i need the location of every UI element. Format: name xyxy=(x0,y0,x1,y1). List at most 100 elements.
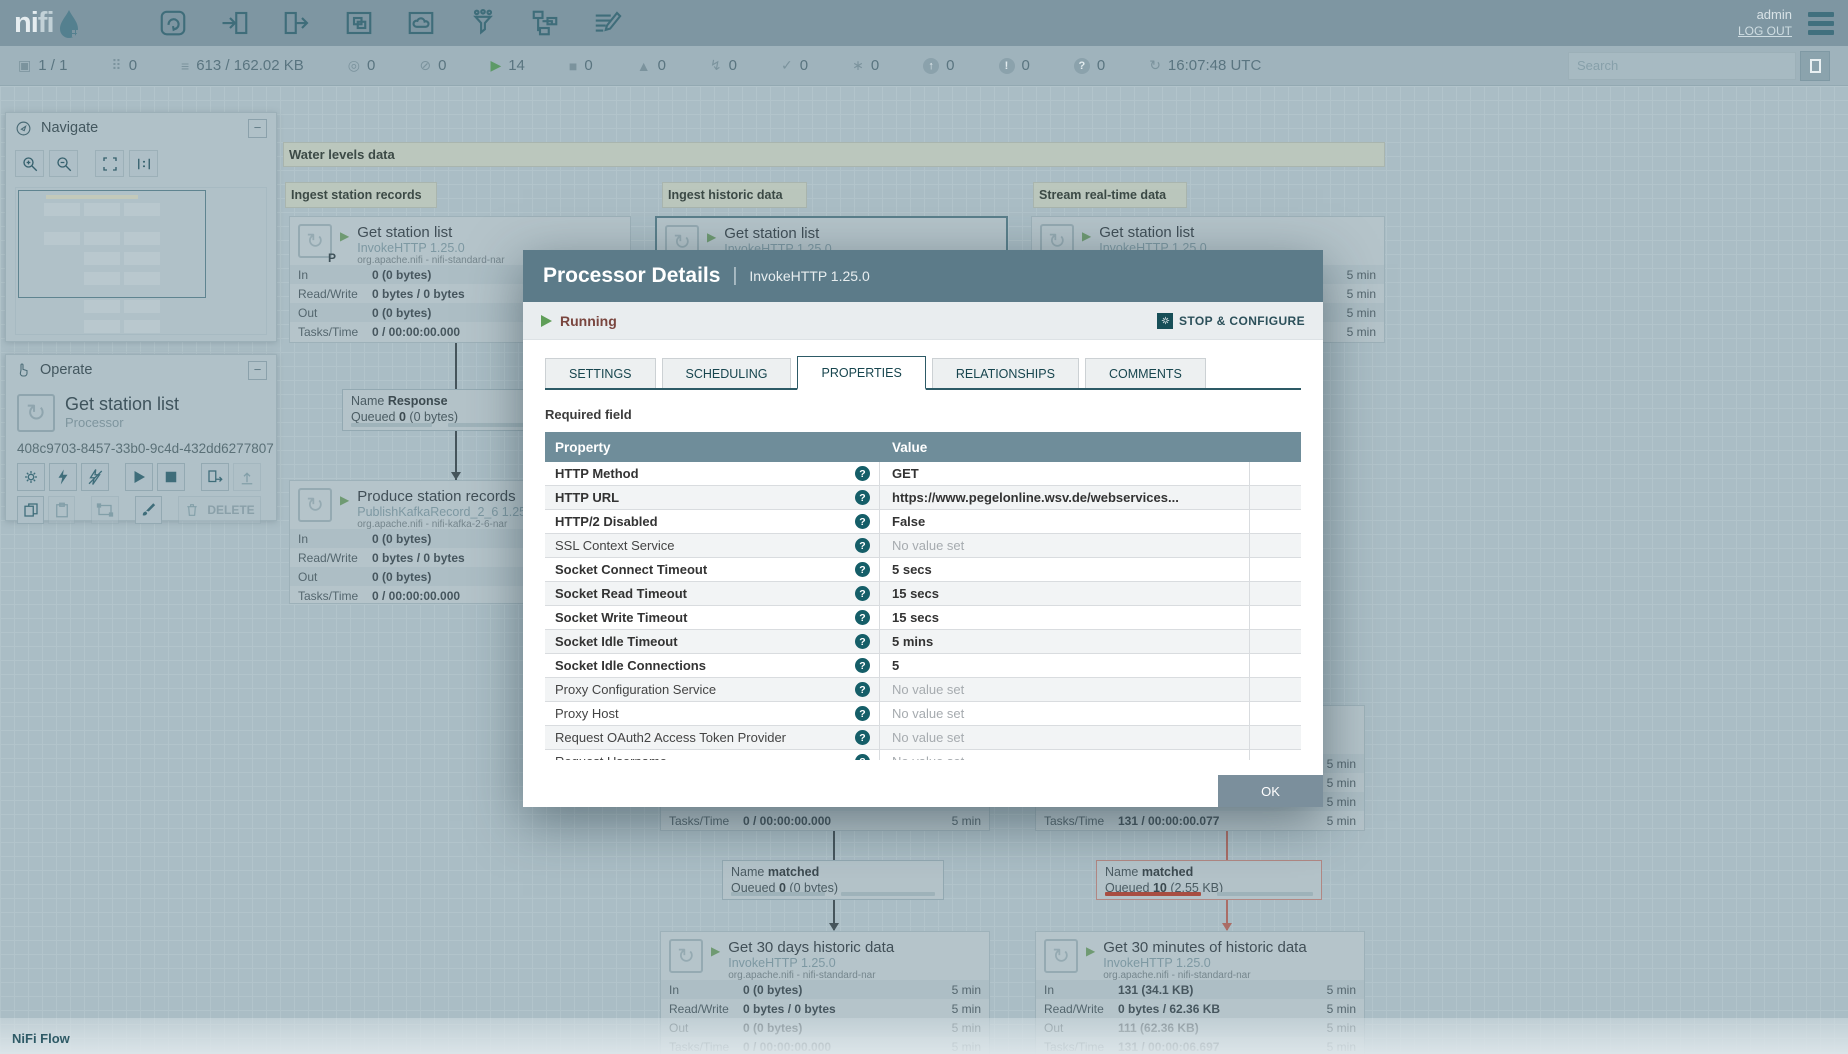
collapse-operate-button[interactable]: − xyxy=(248,360,267,380)
canvas-label-section-2[interactable]: Ingest historic data xyxy=(662,182,807,208)
running-status-icon: ▶ xyxy=(340,229,350,243)
tab-relationships[interactable]: RELATIONSHIPS xyxy=(931,358,1079,388)
panel-toggle-button[interactable] xyxy=(1800,50,1830,81)
zoom-in-button[interactable] xyxy=(15,150,44,177)
help-icon[interactable]: ? xyxy=(855,658,870,673)
help-icon[interactable]: ? xyxy=(855,562,870,577)
help-icon[interactable]: ? xyxy=(855,490,870,505)
help-icon[interactable]: ? xyxy=(855,754,870,760)
status-locally-modified-stale: ! 0 xyxy=(998,57,1030,74)
connection-label-matched-left[interactable]: Name matched Queued 0 (0 bytes) xyxy=(722,860,944,900)
processor-bundle: org.apache.nifi - nifi-kafka-2-6-nar xyxy=(357,519,508,530)
stop-and-configure-button[interactable]: STOP & CONFIGURE xyxy=(1157,312,1305,329)
global-menu-icon[interactable] xyxy=(1808,11,1834,35)
ok-button[interactable]: OK xyxy=(1218,775,1323,807)
locally-modified-icon: ∗ xyxy=(852,57,864,73)
template-icon[interactable] xyxy=(528,6,562,40)
save-template-button[interactable] xyxy=(201,463,229,491)
enable-button[interactable] xyxy=(49,463,77,491)
processor-icon: ↻ xyxy=(1044,939,1078,973)
upload-button[interactable] xyxy=(233,463,261,491)
funnel-icon[interactable] xyxy=(466,6,500,40)
status-running: ▶ 14 xyxy=(490,57,525,74)
start-button[interactable] xyxy=(125,463,153,491)
queued-icon: ≡ xyxy=(181,57,190,74)
logout-link[interactable]: LOG OUT xyxy=(1738,23,1792,40)
zoom-fit-button[interactable] xyxy=(95,150,124,177)
breadcrumb-bar: NiFi Flow xyxy=(0,1018,1848,1054)
connection-label-matched-right-backpressure[interactable]: Name matched Queued 10 (2.55 KB) xyxy=(1096,860,1322,900)
property-row: Socket Idle Timeout? 5 mins xyxy=(545,630,1301,654)
not-transmitting-icon: ⊘ xyxy=(419,57,432,73)
nifi-drop-icon xyxy=(59,10,79,38)
stop-button[interactable] xyxy=(157,463,185,491)
processor-name: Produce station records xyxy=(357,488,516,505)
help-icon[interactable]: ? xyxy=(855,706,870,721)
zoom-actual-size-button[interactable] xyxy=(129,150,158,177)
connection-arrowhead xyxy=(1222,923,1232,931)
remote-process-group-icon[interactable] xyxy=(404,6,438,40)
minimap[interactable] xyxy=(15,187,267,335)
nifi-logo-text: nifi xyxy=(14,7,54,39)
refresh-icon: ↻ xyxy=(1149,57,1161,73)
processor-icon: ↻ P xyxy=(298,224,336,265)
help-icon[interactable]: ? xyxy=(855,634,870,649)
status-disabled: ↯ 0 xyxy=(709,57,737,74)
group-button[interactable] xyxy=(91,496,119,524)
help-icon[interactable]: ? xyxy=(855,730,870,745)
output-port-icon[interactable] xyxy=(280,6,314,40)
disable-button[interactable] xyxy=(81,463,109,491)
status-invalid: ▲ 0 xyxy=(636,57,666,74)
component-toolbar xyxy=(156,6,624,40)
delete-button[interactable]: DELETE xyxy=(177,496,262,524)
connection-progress-bars xyxy=(351,423,529,427)
status-locally-modified: ∗ 0 xyxy=(852,57,880,74)
sync-failure-icon: ? xyxy=(1073,57,1090,74)
canvas-label-group[interactable]: Water levels data xyxy=(283,142,1385,167)
paste-button[interactable] xyxy=(48,496,76,524)
fill-color-button[interactable] xyxy=(134,496,162,524)
canvas-label-section-1[interactable]: Ingest station records xyxy=(285,182,437,208)
selected-component-name: Get station list xyxy=(65,394,180,414)
zoom-out-button[interactable] xyxy=(49,150,78,177)
dialog-title: Processor Details xyxy=(543,264,721,287)
running-status-icon: ▶ xyxy=(340,493,350,507)
tab-settings[interactable]: SETTINGS xyxy=(545,358,656,388)
tab-comments[interactable]: COMMENTS xyxy=(1084,358,1206,388)
property-row: HTTP Method? GET xyxy=(545,462,1301,486)
run-status-text: Running xyxy=(560,312,617,329)
configure-button[interactable] xyxy=(17,463,45,491)
property-row: Proxy Host? No value set xyxy=(545,702,1301,726)
collapse-navigate-button[interactable]: − xyxy=(248,118,267,138)
processor-bundle: org.apache.nifi - nifi-standard-nar xyxy=(1103,970,1251,981)
help-icon[interactable]: ? xyxy=(855,610,870,625)
input-port-icon[interactable] xyxy=(218,6,252,40)
help-icon[interactable]: ? xyxy=(855,466,870,481)
processor-bundle: org.apache.nifi - nifi-standard-nar xyxy=(728,970,876,981)
help-icon[interactable]: ? xyxy=(855,514,870,529)
processor-icon[interactable] xyxy=(156,6,190,40)
connection-progress-bars xyxy=(731,892,935,896)
tab-properties[interactable]: PROPERTIES xyxy=(797,356,926,390)
canvas-label-section-3[interactable]: Stream real-time data xyxy=(1033,182,1187,208)
connection-label-response[interactable]: Name Response Queued 0 (0 bytes) xyxy=(342,389,538,431)
minimap-viewport[interactable] xyxy=(18,190,206,298)
properties-table-header: Property Value xyxy=(545,432,1301,462)
primary-node-badge: P xyxy=(327,251,336,265)
help-icon[interactable]: ? xyxy=(855,538,870,553)
running-status-icon: ▶ xyxy=(1082,229,1092,243)
help-icon[interactable]: ? xyxy=(855,682,870,697)
status-queued: ≡ 613 / 162.02 KB xyxy=(181,57,304,74)
process-group-icon[interactable] xyxy=(342,6,376,40)
breadcrumb[interactable]: NiFi Flow xyxy=(12,1031,70,1046)
processor-icon: ↻ xyxy=(669,939,703,973)
status-stopped: ■ 0 xyxy=(568,57,593,74)
connection-arrowhead xyxy=(451,472,461,480)
tab-scheduling[interactable]: SCHEDULING xyxy=(661,358,792,388)
search-input[interactable] xyxy=(1568,51,1796,80)
status-refresh[interactable]: ↻ 16:07:48 UTC xyxy=(1149,57,1261,74)
processor-type: PublishKafkaRecord_2_6 1.25.0 xyxy=(357,505,537,519)
help-icon[interactable]: ? xyxy=(855,586,870,601)
label-icon[interactable] xyxy=(590,6,624,40)
copy-button[interactable] xyxy=(17,496,45,524)
